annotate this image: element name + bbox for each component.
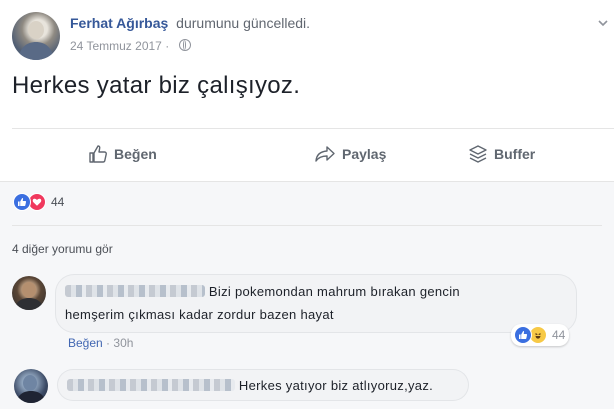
commenter-name-blurred[interactable] [65,285,205,297]
like-reaction-icon [514,326,532,344]
comment-time[interactable]: 30h [113,336,133,350]
commenter-avatar[interactable] [12,276,46,310]
post-header: Ferhat Ağırbaş durumunu güncelledi. [70,15,310,31]
post-text: Herkes yatar biz çalışıyoz. [12,72,301,99]
post-card: Ferhat Ağırbaş durumunu güncelledi. 24 T… [0,0,614,409]
like-reaction-icon [13,193,31,211]
buffer-button[interactable]: Buffer [468,140,535,168]
comment-like-button[interactable]: Beğen [68,336,103,350]
comment-text-continued: hemşerim çıkması kadar zordur bazen haya… [65,307,334,322]
comment-meta: Beğen · 30h [68,336,133,350]
comment-line-1: Herkes yatıyor biz atlıyoruz,yaz. [67,378,433,393]
comment-reactions[interactable]: 44 [511,324,570,346]
post-date[interactable]: 24 Temmuz 2017 [70,39,162,53]
reaction-count[interactable]: 44 [51,195,64,209]
comment-meta-separator: · [106,336,111,350]
like-button[interactable]: Beğen [88,140,157,168]
globe-icon[interactable] [178,39,191,51]
commenter-name-blurred[interactable] [67,379,235,391]
post-action-text: durumunu güncelledi. [176,15,311,31]
buffer-stack-icon [468,144,488,164]
share-arrow-icon [314,144,336,164]
thumbs-up-icon [88,144,108,164]
comment-reaction-count: 44 [552,328,566,342]
author-avatar[interactable] [12,12,60,60]
like-button-label: Beğen [114,146,157,162]
share-button[interactable]: Paylaş [314,140,386,168]
post-meta: 24 Temmuz 2017 · [70,39,191,53]
comment-text: Bizi pokemondan mahrum bırakan gencin [208,284,460,299]
comment-bubble: Bizi pokemondan mahrum bırakan gencin he… [56,275,576,332]
author-name[interactable]: Ferhat Ağırbaş [70,15,168,31]
post-reactions[interactable]: 44 [13,193,64,211]
meta-separator: · [165,39,170,53]
view-more-comments-link[interactable]: 4 diğer yorumu gör [12,242,113,256]
buffer-button-label: Buffer [494,146,536,162]
chevron-down-icon[interactable] [596,16,610,30]
comment-text: Herkes yatıyor biz atlıyoruz,yaz. [238,378,434,393]
commenter-avatar[interactable] [14,369,48,403]
divider [12,225,602,226]
comment-line-1: Bizi pokemondan mahrum bırakan gencin [65,284,460,299]
comment-bubble: Herkes yatıyor biz atlıyoruz,yaz. [58,370,468,400]
share-button-label: Paylaş [342,146,387,162]
divider [12,128,614,129]
